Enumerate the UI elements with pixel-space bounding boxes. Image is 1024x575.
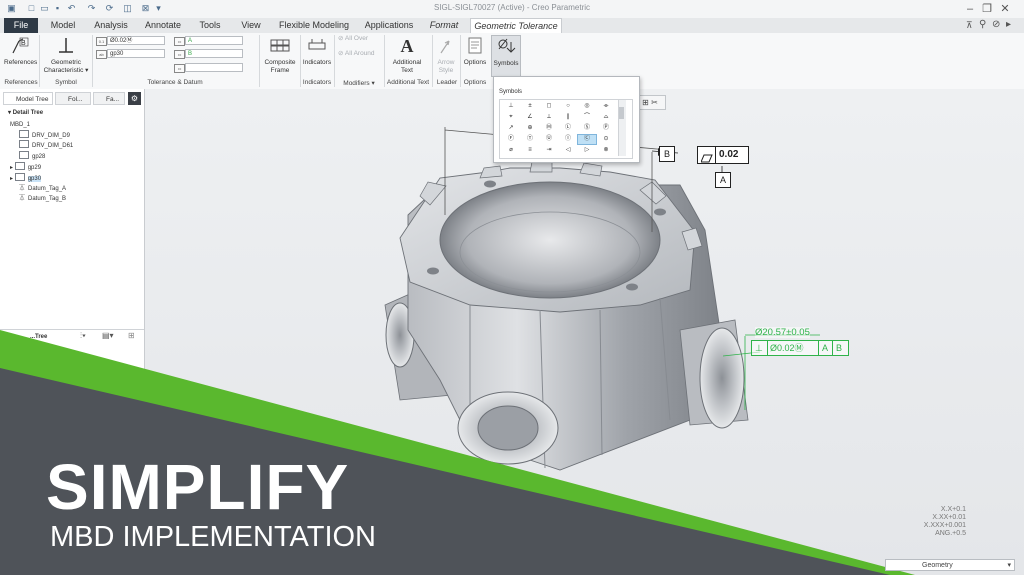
default-tolerance-line: ANG.+0.5: [935, 530, 966, 537]
default-tolerance-line: X.X+0.1: [940, 506, 966, 513]
default-tolerance-line: X.XXX+0.001: [923, 522, 966, 529]
chevron-down-icon: ▾: [1007, 562, 1011, 569]
default-tolerance-line: X.XX+0.01: [932, 514, 966, 521]
selection-filter-dropdown[interactable]: Geometry ▾: [885, 559, 1015, 571]
banner-subtitle: MBD IMPLEMENTATION: [50, 521, 376, 553]
banner-title: SIMPLIFY: [46, 451, 350, 523]
selection-filter-value: Geometry: [922, 562, 953, 569]
